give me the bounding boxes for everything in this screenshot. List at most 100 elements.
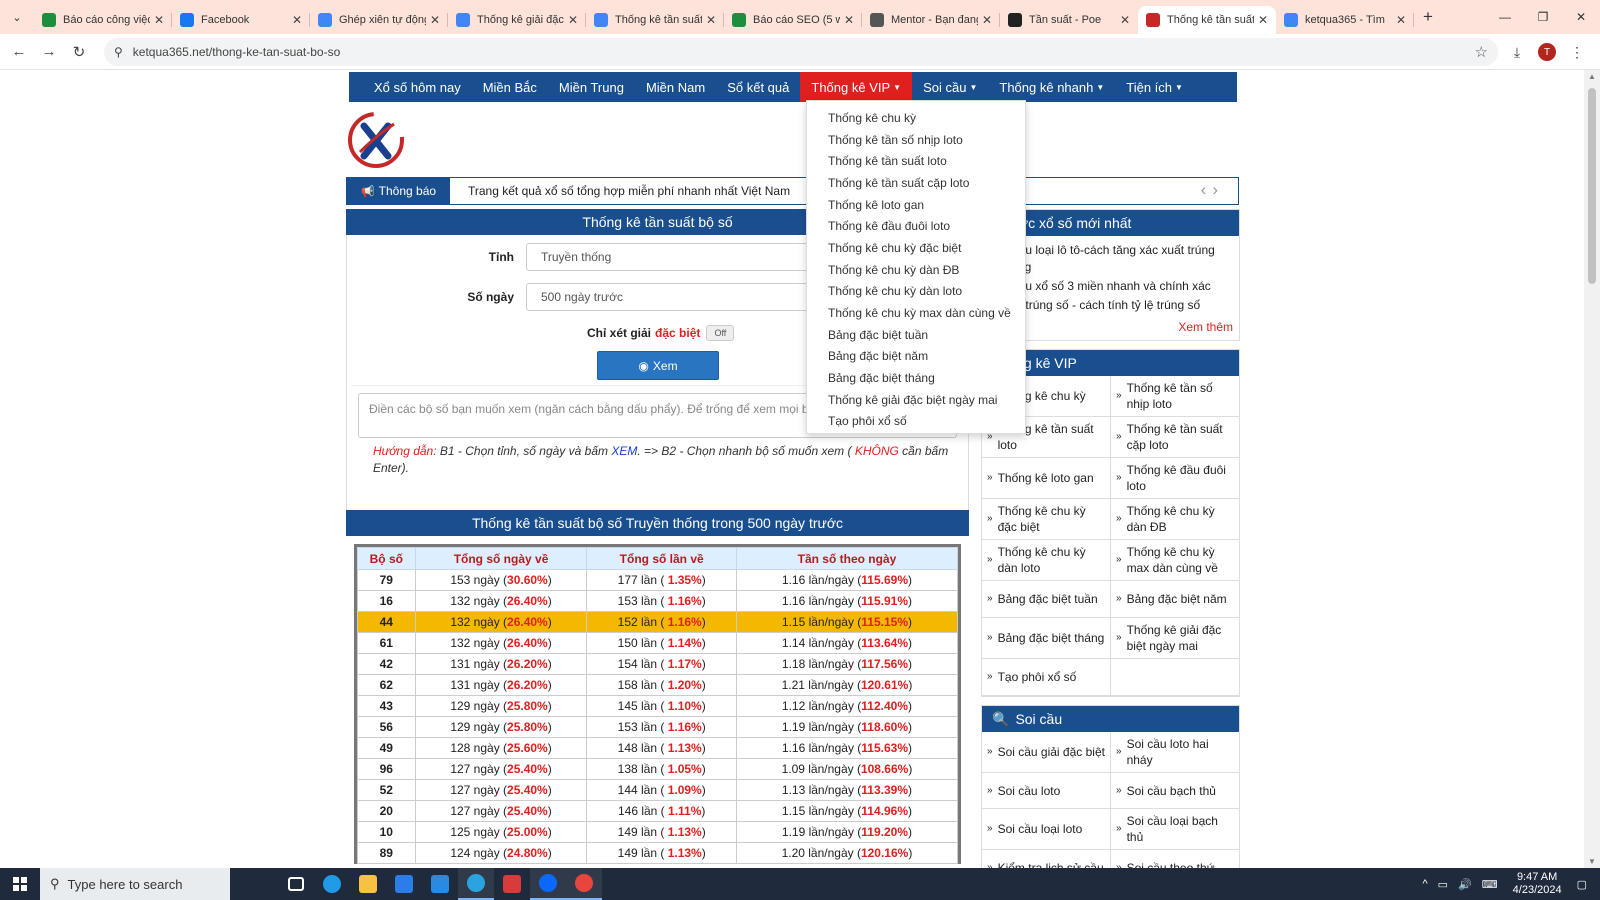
profile-avatar[interactable]: T — [1538, 43, 1556, 61]
reload-icon[interactable]: ↻ — [64, 37, 94, 67]
browser-tab[interactable]: Báo cáo công việc ✕ — [34, 6, 172, 34]
nav-item[interactable]: Sổ kết quả — [716, 72, 800, 102]
forward-icon[interactable]: → — [34, 37, 64, 67]
sidebar-link[interactable]: » Thống kê chu kỳ dàn loto — [982, 540, 1111, 581]
back-icon[interactable]: ← — [4, 37, 34, 67]
close-tab-icon[interactable]: ✕ — [1120, 13, 1130, 27]
browser-tab[interactable]: Thống kê giải đặc ✕ — [448, 6, 586, 34]
task-view-icon[interactable] — [278, 868, 314, 900]
dropdown-item[interactable]: Bảng đặc biệt tuần — [807, 324, 1025, 346]
edge-icon[interactable] — [314, 868, 350, 900]
close-tab-icon[interactable]: ✕ — [1258, 13, 1268, 27]
nav-item[interactable]: Tiện ích ▼ — [1115, 72, 1194, 102]
site-info-icon[interactable]: ⚲ — [114, 45, 123, 59]
minimize-icon[interactable]: — — [1486, 0, 1524, 34]
table-row[interactable]: 89 124 ngày (24.80%) 149 lần ( 1.13%) 1.20 … — [357, 842, 959, 864]
sidebar-link[interactable]: » Soi cầu theo thứ — [1111, 850, 1240, 869]
province-select[interactable]: Truyền thống — [526, 243, 816, 271]
nav-item[interactable]: Miền Nam — [635, 72, 716, 102]
dropdown-item[interactable]: Bảng đặc biệt năm — [807, 346, 1025, 368]
clock[interactable]: 9:47 AM 4/23/2024 — [1513, 871, 1562, 897]
browser-tab[interactable]: Thống kê tần suất ✕ — [586, 6, 724, 34]
new-tab-button[interactable]: + — [1414, 3, 1442, 31]
dropdown-item[interactable]: Thống kê tần số nhịp loto — [807, 129, 1025, 151]
sidebar-link[interactable]: » Thống kê tần số nhịp loto — [1111, 376, 1240, 417]
notice-arrows[interactable]: ‹› — [1201, 180, 1224, 200]
network-icon[interactable]: ▭ — [1438, 878, 1448, 891]
table-row[interactable]: 62 131 ngày (26.20%) 158 lần ( 1.20%) 1.21 … — [357, 674, 959, 696]
store-icon[interactable] — [386, 868, 422, 900]
scroll-down-icon[interactable]: ▼ — [1588, 857, 1596, 866]
file-explorer-icon[interactable] — [350, 868, 386, 900]
sidebar-link[interactable]: » Bảng đặc biệt tuần — [982, 581, 1111, 618]
close-window-icon[interactable]: ✕ — [1562, 0, 1600, 34]
site-logo[interactable] — [346, 106, 404, 172]
volume-icon[interactable]: 🔊 — [1458, 878, 1472, 891]
sidebar-link[interactable]: » Soi cầu bạch thủ — [1111, 773, 1240, 809]
start-button[interactable] — [0, 868, 40, 900]
restore-icon[interactable]: ❐ — [1524, 0, 1562, 34]
dropdown-item[interactable]: Tạo phôi xổ số — [807, 411, 1025, 433]
download-icon[interactable]: ⤓ — [1502, 38, 1532, 66]
close-tab-icon[interactable]: ✕ — [982, 13, 992, 27]
dropdown-item[interactable]: Thống kê chu kỳ dàn loto — [807, 281, 1025, 303]
chrome-icon[interactable] — [566, 868, 602, 900]
dropdown-item[interactable]: Thống kê loto gan — [807, 194, 1025, 216]
news-link[interactable]: Soi cầu xổ số 3 miền nhanh và chính xác — [992, 278, 1233, 295]
close-tab-icon[interactable]: ✕ — [292, 13, 302, 27]
sidebar-link[interactable]: » Thống kê giải đặc biệt ngày mai — [1111, 618, 1240, 659]
table-row[interactable]: 20 127 ngày (25.40%) 146 lần ( 1.11%) 1.15 … — [357, 800, 959, 822]
nav-item[interactable]: Xổ số hôm nay — [349, 72, 472, 102]
browser-tab[interactable]: Mentor - Bạn đang ✕ — [862, 6, 1000, 34]
dropdown-item[interactable]: Thống kê đầu đuôi loto — [807, 215, 1025, 237]
table-row[interactable]: 96 127 ngày (25.40%) 138 lần ( 1.05%) 1.09 … — [357, 758, 959, 780]
nav-item[interactable]: Miền Trung — [548, 72, 635, 102]
sidebar-link[interactable]: » Bảng đặc biệt năm — [1111, 581, 1240, 618]
mail-icon[interactable] — [422, 868, 458, 900]
dropdown-item[interactable]: Thống kê chu kỳ max dàn cùng về — [807, 302, 1025, 324]
news-link[interactable]: Lô đề trúng số - cách tính tỷ lệ trúng s… — [992, 297, 1233, 314]
nav-item[interactable]: Thống kê nhanh ▼ — [988, 72, 1115, 102]
chevron-up-icon[interactable]: ^ — [1422, 878, 1427, 890]
menu-kebab-icon[interactable]: ⋮ — [1562, 38, 1592, 66]
table-row[interactable]: 52 127 ngày (25.40%) 144 lần ( 1.09%) 1.13 … — [357, 779, 959, 801]
close-tab-icon[interactable]: ✕ — [568, 13, 578, 27]
browser-tab[interactable]: Thống kê tần suất ✕ — [1138, 6, 1276, 34]
table-row[interactable]: 44 132 ngày (26.40%) 152 lần ( 1.16%) 1.15 … — [357, 611, 959, 633]
bookmark-star-icon[interactable]: ☆ — [1475, 43, 1488, 61]
days-select[interactable]: 500 ngày trước — [526, 283, 816, 311]
dropdown-item[interactable]: Thống kê chu kỳ đặc biệt — [807, 237, 1025, 259]
table-row[interactable]: 16 132 ngày (26.40%) 153 lần ( 1.16%) 1.16 … — [357, 590, 959, 612]
sidebar-link[interactable]: » Tạo phôi xổ số — [982, 659, 1111, 696]
sidebar-link[interactable]: » Soi cầu loại bạch thủ — [1111, 809, 1240, 850]
browser-tab[interactable]: Tần suất - Poe ✕ — [1000, 6, 1138, 34]
special-toggle[interactable]: Off — [706, 325, 735, 341]
page-scrollbar[interactable]: ▲ ▼ — [1584, 70, 1600, 868]
sidebar-link[interactable]: » Thống kê chu kỳ đặc biệt — [982, 499, 1111, 540]
news-link[interactable]: Soi cầu loại lô tô-cách tăng xác xuất tr… — [992, 242, 1233, 276]
nav-item[interactable]: Thống kê VIP ▼ — [800, 72, 913, 102]
table-row[interactable]: 43 129 ngày (25.80%) 145 lần ( 1.10%) 1.12 … — [357, 695, 959, 717]
sidebar-link[interactable]: » Thống kê loto gan — [982, 458, 1111, 499]
browser-tab[interactable]: ketqua365 - Tìm ✕ — [1276, 6, 1414, 34]
close-tab-icon[interactable]: ✕ — [844, 13, 854, 27]
notification-icon[interactable]: ▢ — [1577, 878, 1587, 891]
keyboard-icon[interactable]: ⌨ — [1482, 878, 1498, 891]
table-row[interactable]: 49 128 ngày (25.60%) 148 lần ( 1.13%) 1.16 … — [357, 737, 959, 759]
tab-search-icon[interactable]: ⌄ — [0, 0, 34, 34]
close-tab-icon[interactable]: ✕ — [430, 13, 440, 27]
table-row[interactable]: 56 129 ngày (25.80%) 153 lần ( 1.16%) 1.19 … — [357, 716, 959, 738]
close-tab-icon[interactable]: ✕ — [154, 13, 164, 27]
scroll-thumb[interactable] — [1588, 88, 1596, 284]
dropdown-item[interactable]: Thống kê giải đặc biệt ngày mai — [807, 389, 1025, 411]
sidebar-link[interactable]: » Thống kê chu kỳ max dàn cùng về — [1111, 540, 1240, 581]
sidebar-link[interactable]: » Soi cầu loại loto — [982, 809, 1111, 850]
sidebar-link[interactable]: » Soi cầu loto — [982, 773, 1111, 809]
address-bar[interactable]: ⚲ ketqua365.net/thong-ke-tan-suat-bo-so … — [104, 38, 1498, 66]
dropdown-item[interactable]: Thống kê chu kỳ — [807, 107, 1025, 129]
dropdown-item[interactable]: Bảng đặc biệt tháng — [807, 367, 1025, 389]
browser-tab[interactable]: Facebook ✕ — [172, 6, 310, 34]
table-row[interactable]: 79 153 ngày (30.60%) 177 lần ( 1.35%) 1.16 … — [357, 569, 959, 591]
sidebar-link[interactable]: » Soi cầu giải đặc biệt — [982, 732, 1111, 773]
table-row[interactable]: 42 131 ngày (26.20%) 154 lần ( 1.17%) 1.18 … — [357, 653, 959, 675]
